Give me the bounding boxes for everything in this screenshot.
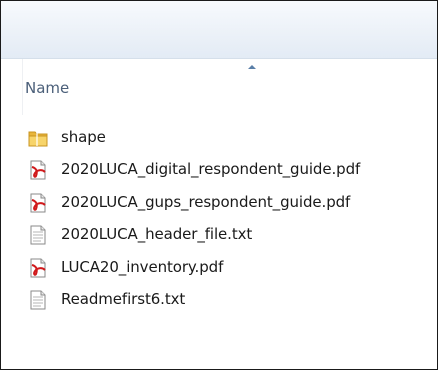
pdf-icon bbox=[27, 159, 49, 181]
column-header-name[interactable]: Name bbox=[25, 79, 69, 97]
file-name: Readmefirst6.txt bbox=[61, 289, 186, 308]
pdf-icon bbox=[27, 192, 49, 214]
list-item-inventory-pdf[interactable]: LUCA20_inventory.pdf bbox=[1, 251, 437, 283]
toolbar bbox=[1, 1, 437, 59]
pdf-icon bbox=[27, 257, 49, 279]
sort-ascending-icon[interactable] bbox=[248, 65, 256, 69]
file-name: 2020LUCA_header_file.txt bbox=[61, 225, 253, 244]
list-item-readme-txt[interactable]: Readmefirst6.txt bbox=[1, 283, 437, 315]
list-item-gups-guide-pdf[interactable]: 2020LUCA_gups_respondent_guide.pdf bbox=[1, 186, 437, 218]
text-file-icon bbox=[27, 289, 49, 311]
file-list: shape 2020LUCA_digital_respondent_guide.… bbox=[1, 121, 437, 315]
file-name: shape bbox=[61, 128, 106, 146]
file-name: LUCA20_inventory.pdf bbox=[61, 257, 224, 276]
list-item-shape[interactable]: shape bbox=[1, 121, 437, 153]
explorer-window: Name shape 2020LUCA_digital_respondent_g… bbox=[0, 0, 438, 370]
text-file-icon bbox=[27, 224, 49, 246]
file-name: 2020LUCA_digital_respondent_guide.pdf bbox=[61, 160, 361, 179]
file-name: 2020LUCA_gups_respondent_guide.pdf bbox=[61, 192, 351, 211]
column-divider bbox=[22, 59, 23, 115]
list-item-header-file-txt[interactable]: 2020LUCA_header_file.txt bbox=[1, 218, 437, 250]
folder-icon bbox=[27, 127, 49, 149]
list-item-digital-guide-pdf[interactable]: 2020LUCA_digital_respondent_guide.pdf bbox=[1, 153, 437, 185]
